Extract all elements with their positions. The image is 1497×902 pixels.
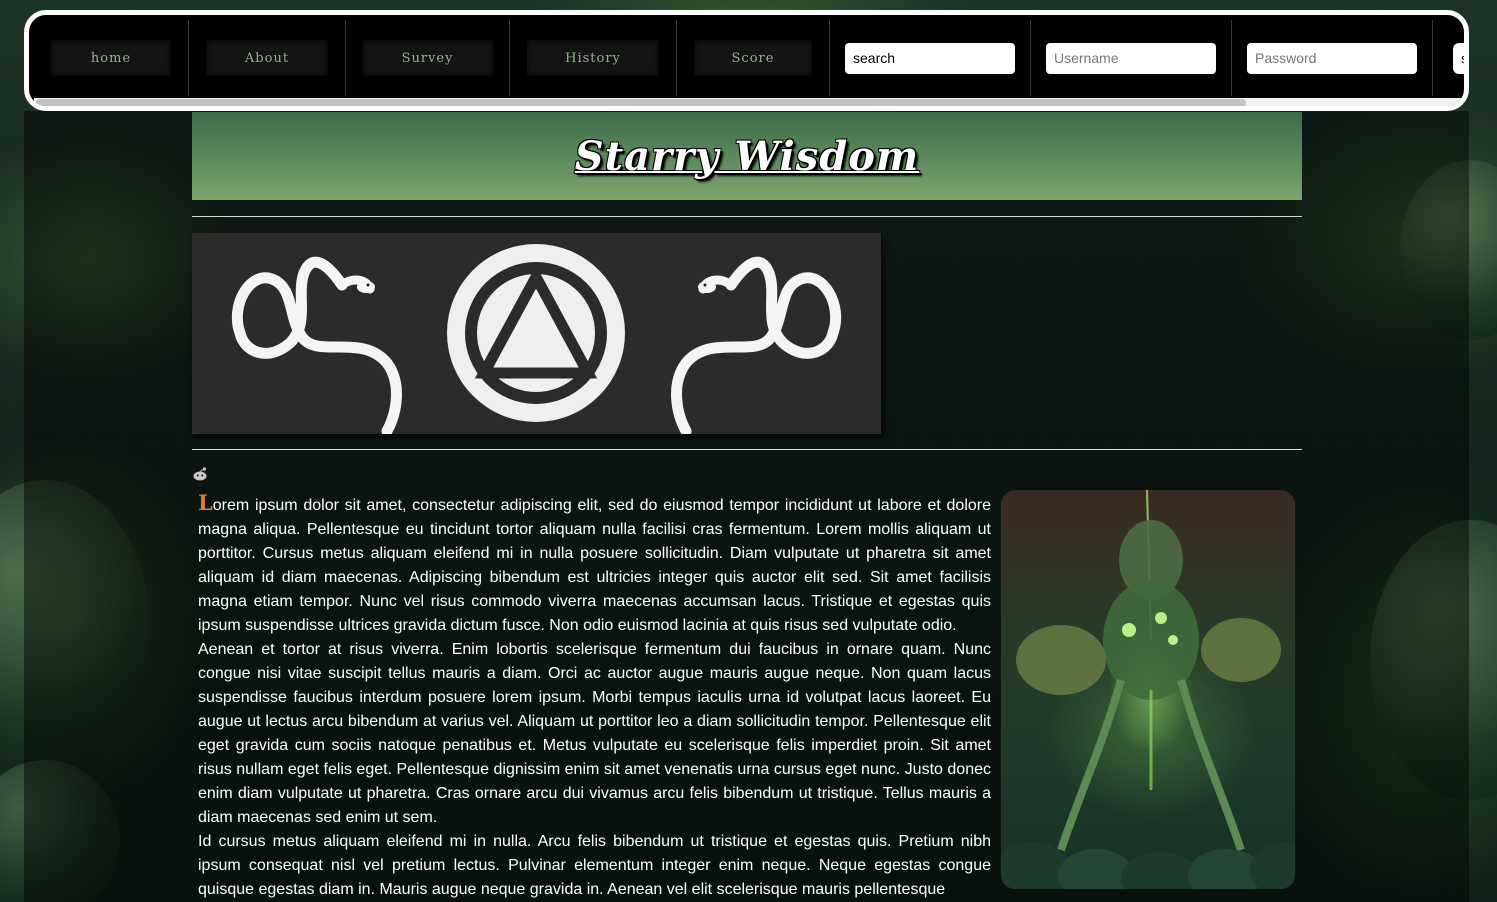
page-title: Starry Wisdom bbox=[574, 132, 920, 180]
password-field[interactable] bbox=[1247, 42, 1417, 74]
eldritch-creature-icon bbox=[1001, 490, 1295, 889]
nav-cell-history: History bbox=[510, 20, 677, 96]
nav-survey-button[interactable]: Survey bbox=[362, 40, 493, 76]
divider bbox=[192, 216, 1302, 217]
paragraph-text: orem ipsum dolor sit amet, consectetur a… bbox=[198, 497, 991, 634]
username-field[interactable] bbox=[1046, 42, 1216, 74]
search-input[interactable] bbox=[845, 42, 1015, 74]
nav-row: home About Survey History Score submit bbox=[34, 20, 1464, 96]
nav-cell-password bbox=[1232, 20, 1433, 96]
snake-sigil-icon bbox=[231, 244, 842, 437]
main-panel: Starry Wisdom Lorem ipsum dolor sit amet… bbox=[24, 111, 1469, 902]
nav-cell-home: home bbox=[34, 20, 189, 96]
nav-score-button[interactable]: Score bbox=[694, 40, 812, 76]
article-paragraph: Aenean et tortor at risus viverra. Enim … bbox=[198, 641, 991, 826]
nav-cell-score: Score bbox=[677, 20, 830, 96]
horizontal-scrollbar[interactable] bbox=[34, 98, 1464, 106]
creature-illustration bbox=[1001, 490, 1295, 889]
article-paragraph: Lorem ipsum dolor sit amet, consectetur … bbox=[198, 491, 991, 638]
article-paragraph: Id cursus metus aliquam eleifend mi in n… bbox=[198, 833, 991, 898]
submit-button[interactable]: submit bbox=[1453, 42, 1464, 74]
top-navbar: home About Survey History Score submit bbox=[24, 10, 1469, 111]
scrollbar-thumb[interactable] bbox=[36, 99, 1246, 106]
nav-about-button[interactable]: About bbox=[206, 40, 328, 76]
nav-cell-survey: Survey bbox=[346, 20, 510, 96]
nav-history-button[interactable]: History bbox=[527, 40, 659, 76]
reddit-icon[interactable] bbox=[192, 466, 208, 482]
nav-home-button[interactable]: home bbox=[51, 40, 171, 76]
nav-cell-about: About bbox=[189, 20, 346, 96]
nav-cell-username bbox=[1031, 20, 1232, 96]
drop-cap: L bbox=[198, 490, 213, 515]
nav-cell-submit: submit bbox=[1433, 20, 1464, 96]
title-banner: Starry Wisdom bbox=[192, 112, 1302, 200]
nav-cell-search bbox=[830, 20, 1031, 96]
divider bbox=[192, 449, 1302, 450]
article-content: Lorem ipsum dolor sit amet, consectetur … bbox=[198, 491, 991, 902]
emblem-image bbox=[192, 233, 881, 437]
